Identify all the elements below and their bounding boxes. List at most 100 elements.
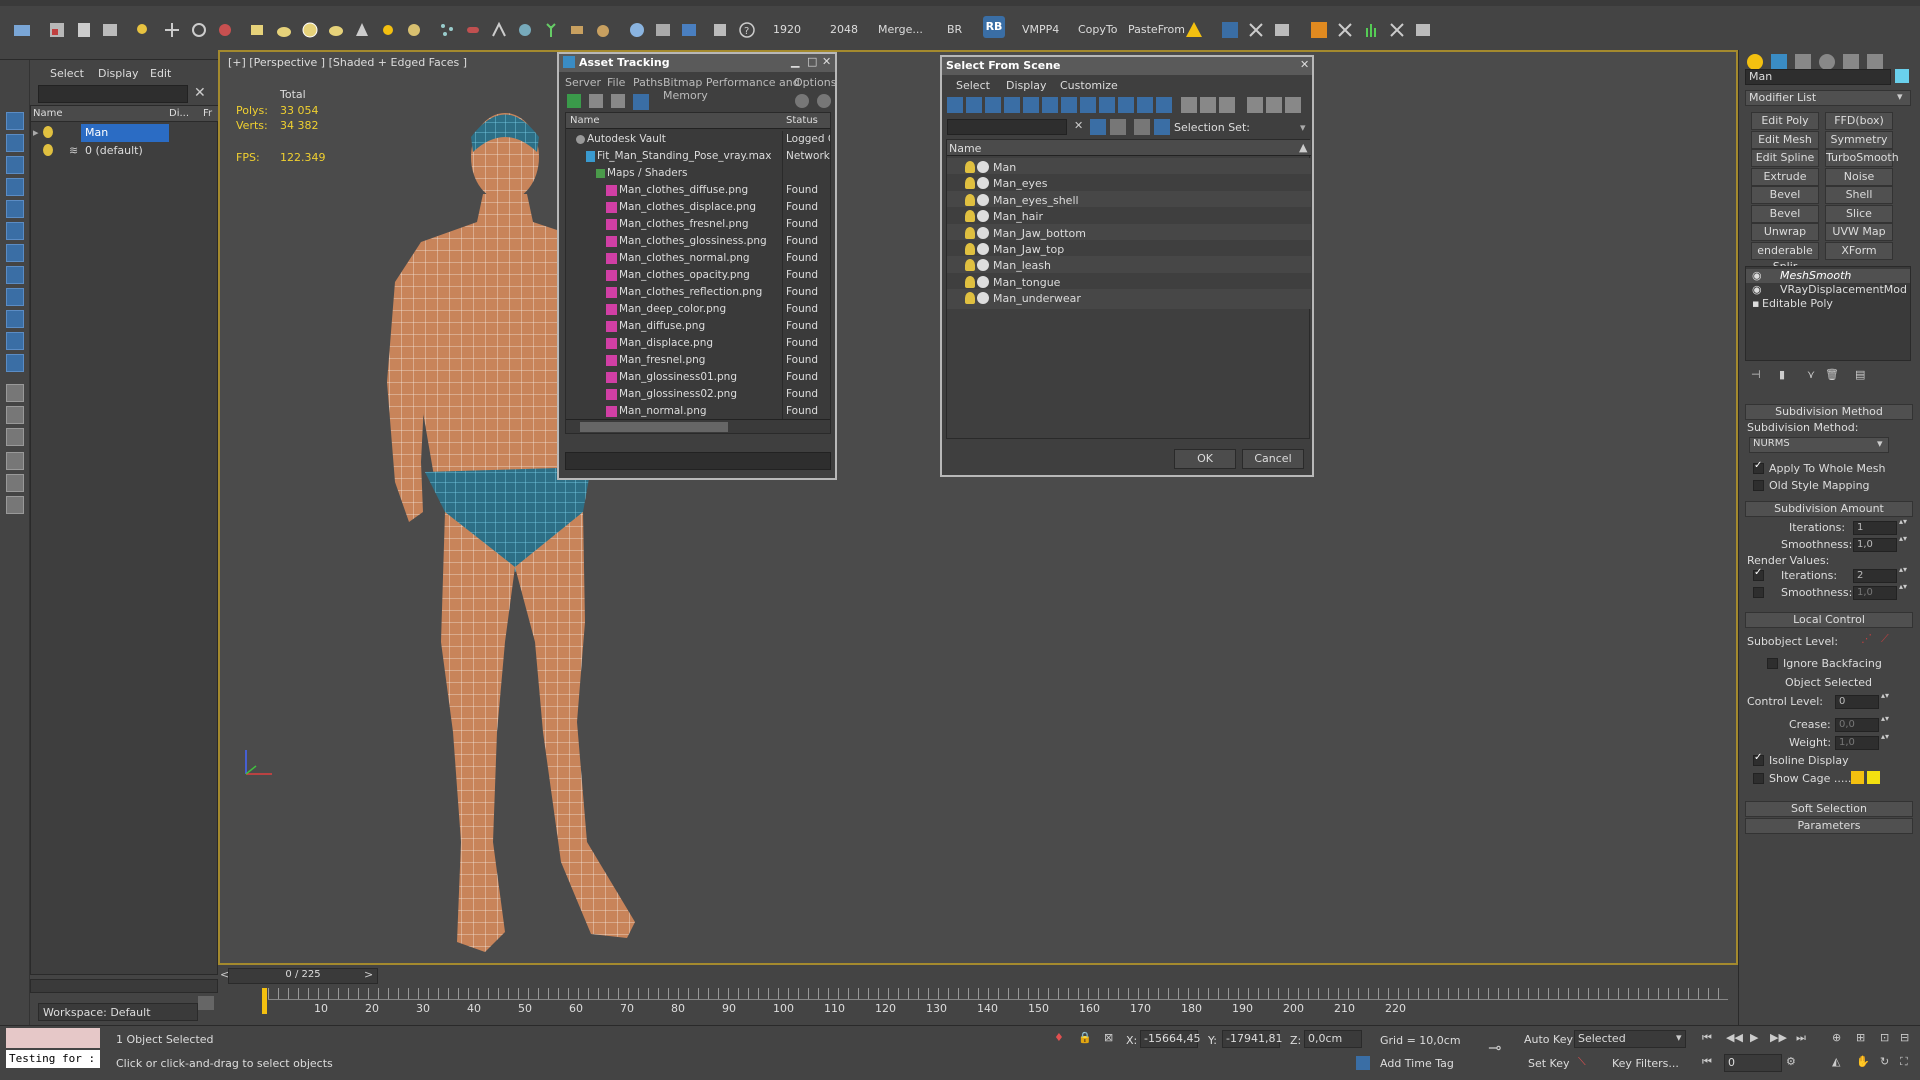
tools-icon[interactable] [1244,18,1268,42]
next-key-icon[interactable]: ▶▶ [1770,1031,1787,1044]
asset-row[interactable]: Man_clothes_displace.png Found [566,199,830,216]
tools2-icon[interactable] [1333,18,1357,42]
time-cursor[interactable] [262,988,267,1014]
lightbulb-icon[interactable] [43,144,53,156]
modifier-button[interactable]: Edit Spline [1751,149,1819,167]
chevron-down-icon[interactable]: ▾ [1897,90,1903,103]
configure-sets-icon[interactable]: ▤ [1855,368,1865,381]
utilities-tab-icon[interactable] [1867,54,1883,70]
asset-col-status[interactable]: Status [786,115,818,126]
hemisphere-icon[interactable] [272,18,296,42]
clear-search-icon[interactable]: ✕ [1074,119,1083,132]
transform-icon[interactable] [160,18,184,42]
absolute-mode-icon[interactable]: ⊠ [1104,1031,1113,1044]
layer-tool-icon[interactable] [6,384,24,402]
rollout-soft-selection[interactable]: Soft Selection [1745,801,1913,817]
filter-bones-icon[interactable] [1099,97,1115,113]
pan-icon[interactable]: ✋ [1856,1055,1870,1068]
sfs-col-name[interactable]: Name [949,142,981,155]
modifier-button[interactable]: XForm [1825,241,1893,260]
lightbulb-icon[interactable] [965,193,975,206]
hierarchy-tool-icon[interactable] [6,474,24,492]
modifier-button[interactable]: Noise [1825,167,1893,186]
box-icon[interactable] [245,18,269,42]
open-icon[interactable] [10,18,34,42]
modifier-button[interactable]: enderable Splir [1751,241,1819,273]
select-from-scene-title[interactable]: Select From Scene [942,57,1312,75]
display-tab-icon[interactable] [1843,54,1859,70]
weight-spinner[interactable]: 1,0 [1835,736,1879,750]
modifier-button[interactable]: Shell [1825,186,1893,204]
fp-icon[interactable] [1307,18,1331,42]
maxscript-input[interactable]: Testing for : [6,1050,100,1068]
expand-arrow-icon[interactable]: ▸ [33,126,39,139]
lightbulb-icon[interactable] [965,259,975,272]
asset-row[interactable]: Man_displace.png Found [566,335,830,352]
display-all-icon[interactable] [1181,97,1197,113]
explorer-search-input[interactable] [38,85,188,103]
sfs-cancel-button[interactable]: Cancel [1242,449,1304,469]
system-tool-icon[interactable] [6,288,24,306]
key-mode-dropdown[interactable]: Selected [1574,1030,1686,1048]
sfs-menu-display[interactable]: Display [1006,79,1047,92]
maximize-viewport-icon[interactable]: ⛶ [1900,1055,1908,1069]
render-setup-icon[interactable] [651,18,675,42]
chevron-down-icon[interactable]: ▾ [1676,1031,1682,1044]
current-frame-field[interactable]: 0 [1724,1054,1782,1072]
show-cage-checkbox[interactable] [1753,773,1764,784]
show-end-result-icon[interactable]: ▮ [1779,368,1785,381]
rollout-parameters[interactable]: Parameters [1745,818,1913,834]
goto-end-icon[interactable]: ⏭ [1796,1031,1806,1045]
toolbar-copyto-button[interactable]: CopyTo [1078,23,1117,36]
toolbar-pastefrom-button[interactable]: PasteFrom [1128,23,1185,36]
plant-icon[interactable] [539,18,563,42]
chevron-down-icon[interactable]: ▾ [1877,437,1883,450]
workspace-dropdown[interactable]: Workspace: Default [38,1003,198,1021]
modifier-button[interactable]: Extrude [1751,167,1819,186]
z-coordinate-field[interactable]: 0,0cm [1304,1030,1362,1048]
at-menu-paths[interactable]: Paths [633,76,663,89]
asset-row[interactable]: Man_clothes_diffuse.png Found [566,182,830,199]
selection-set-layers-icon[interactable] [1134,119,1150,135]
spinner-arrows-icon[interactable]: ▴▾ [1881,714,1889,723]
lock-icon[interactable]: 🔒 [1078,1031,1092,1044]
modifier-button[interactable]: UVW Map [1825,223,1893,241]
freeze-tool-icon[interactable] [6,428,24,446]
zoom-all-icon[interactable]: ⊞ [1856,1031,1865,1044]
default-tangent-icon[interactable]: ⟍ [1578,1055,1586,1069]
rollout-subdivision-amount[interactable]: Subdivision Amount [1745,501,1913,517]
filter-hidden-icon[interactable] [1156,97,1172,113]
asset-row[interactable]: Man_glossiness01.png Found [566,369,830,386]
time-tag-icon[interactable] [1356,1056,1370,1070]
object-color-swatch[interactable] [1895,69,1909,83]
asset-row[interactable]: Man_glossiness02.png Found [566,386,830,403]
minimize-icon[interactable]: ▁ [791,55,799,68]
zoom-extents-icon[interactable]: ⊡ [1880,1031,1889,1044]
lightbulb-icon[interactable] [965,275,975,288]
asset-row[interactable]: Man_clothes_glossiness.png Found [566,233,830,250]
filter-tool-icon[interactable] [6,452,24,470]
close-icon[interactable]: ✕ [822,55,831,68]
list-icon[interactable] [1270,18,1294,42]
display-invert-icon[interactable] [1219,97,1235,113]
snail-icon[interactable] [591,18,615,42]
filter-geometry-icon[interactable] [947,97,963,113]
clear-search-icon[interactable]: ✕ [194,85,206,101]
modifier-list-dropdown[interactable]: Modifier List [1745,90,1911,106]
filter-lights-icon[interactable] [985,97,1001,113]
explorer-col-freeze[interactable]: Fr [203,108,212,119]
y-coordinate-field[interactable]: -17941,81 [1222,1030,1282,1048]
asset-hscrollbar[interactable] [566,419,830,433]
cage-selected-color-swatch[interactable] [1867,771,1880,784]
display-none-icon[interactable] [1200,97,1216,113]
camera-tool-icon[interactable] [6,222,24,240]
toolbar-2048-button[interactable]: 2048 [830,23,858,36]
timeline-ruler[interactable]: 10 20 30 40 50 60 70 80 90 100 110 120 130 140 150 160 1… [262,988,1728,1016]
spinner-arrows-icon[interactable]: ▴▾ [1899,534,1907,543]
selection-set-dropdown[interactable]: ▾ [1300,121,1306,134]
tools3-icon[interactable] [1385,18,1409,42]
explorer-hscrollbar[interactable] [30,979,218,993]
perspective-viewport[interactable]: [+] [Perspective ] [Shaded + Edged Faces… [218,50,1738,965]
lightbulb-icon[interactable] [965,177,975,190]
iterations-spinner[interactable]: 1 [1853,521,1897,535]
